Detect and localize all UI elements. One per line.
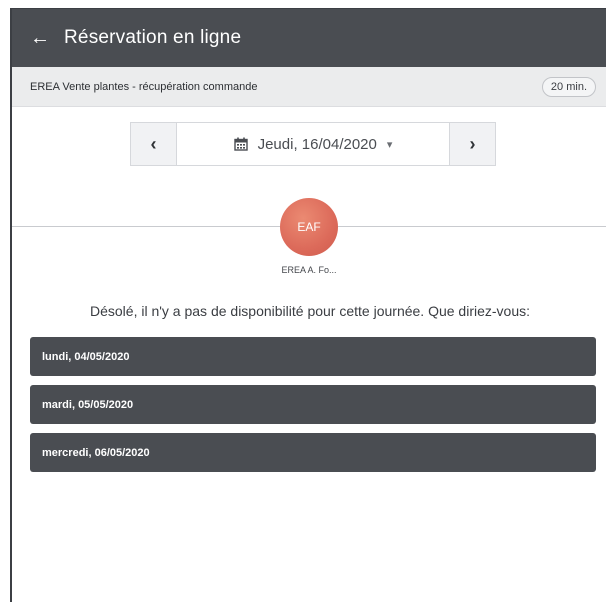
calendar-icon: [233, 137, 248, 151]
suggested-date-button[interactable]: lundi, 04/05/2020: [30, 337, 596, 376]
service-bar: EREA Vente plantes - récupération comman…: [12, 67, 606, 107]
no-availability-message: Désolé, il n'y a pas de disponibilité po…: [89, 303, 531, 319]
date-navigator: ‹ Jeudi, 16/04/2020 ▾ ›: [130, 122, 496, 166]
suggested-dates-list: lundi, 04/05/2020 mardi, 05/05/2020 merc…: [30, 337, 596, 481]
avatar-initials: EAF: [297, 220, 321, 234]
chevron-right-icon: ›: [469, 133, 476, 154]
chevron-left-icon: ‹: [150, 133, 157, 154]
page-title: Réservation en ligne: [64, 27, 242, 48]
current-date: Jeudi, 16/04/2020: [257, 135, 377, 153]
service-name: EREA Vente plantes - récupération comman…: [30, 80, 258, 93]
suggested-date-button[interactable]: mardi, 05/05/2020: [30, 385, 596, 424]
date-picker-dropdown[interactable]: Jeudi, 16/04/2020 ▾: [177, 123, 449, 165]
duration-badge: 20 min.: [541, 76, 596, 97]
previous-day-button[interactable]: ‹: [131, 123, 177, 165]
chevron-down-icon: ▾: [386, 138, 393, 151]
app-header: ← Réservation en ligne: [12, 9, 606, 67]
arrow-left-icon[interactable]: ←: [30, 28, 50, 48]
next-day-button[interactable]: ›: [449, 123, 495, 165]
booking-panel: ← Réservation en ligne EREA Vente plante…: [10, 8, 606, 602]
suggested-date-button[interactable]: mercredi, 06/05/2020: [30, 433, 596, 472]
staff-avatar[interactable]: EAF: [280, 198, 338, 256]
staff-name: EREA A. Fo...: [281, 265, 337, 275]
